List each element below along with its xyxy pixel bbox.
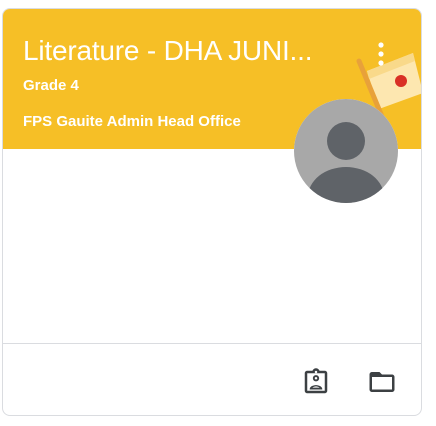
open-class-folder-button[interactable] bbox=[367, 367, 397, 397]
class-owner: FPS Gauite Admin Head Office bbox=[23, 113, 241, 130]
more-options-button[interactable] bbox=[365, 35, 397, 75]
folder-icon bbox=[369, 372, 395, 392]
class-title[interactable]: Literature - DHA JUNI... bbox=[23, 35, 353, 67]
open-your-work-button[interactable] bbox=[301, 367, 331, 397]
assignment-ind-icon bbox=[304, 368, 328, 394]
class-section: Grade 4 bbox=[23, 77, 79, 94]
card-divider bbox=[3, 343, 421, 344]
account-circle-icon bbox=[294, 99, 398, 203]
more-vert-icon bbox=[378, 42, 384, 66]
class-card[interactable]: Literature - DHA JUNI... Grade 4 FPS Gau… bbox=[2, 8, 422, 416]
teacher-avatar[interactable] bbox=[294, 99, 398, 203]
